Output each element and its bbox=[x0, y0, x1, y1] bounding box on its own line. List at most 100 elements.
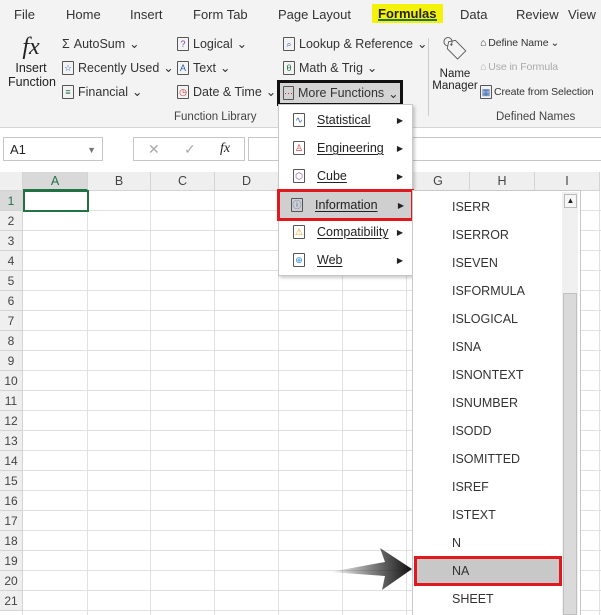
tab-home[interactable]: Home bbox=[66, 7, 101, 22]
name-box[interactable]: A1 ▼ bbox=[3, 137, 103, 161]
tab-review[interactable]: Review bbox=[516, 7, 559, 22]
recently-used-button[interactable]: ☆ Recently Used ⌄ bbox=[62, 60, 174, 75]
menu-item-information[interactable]: ⓘ Information ▶ bbox=[277, 189, 414, 221]
chevron-down-icon: ⌄ bbox=[366, 61, 378, 75]
function-isref[interactable]: ISREF bbox=[415, 473, 561, 501]
column-header-C[interactable]: C bbox=[151, 172, 215, 191]
enter-icon[interactable]: ✓ bbox=[184, 141, 196, 158]
tag-icon: ⌂ bbox=[480, 37, 487, 49]
insert-function-button[interactable]: fx Insert Function bbox=[8, 34, 56, 89]
function-isnontext[interactable]: ISNONTEXT bbox=[415, 361, 561, 389]
ribbon-tabs: File Home Insert Form Tab Page Layout Fo… bbox=[0, 0, 601, 30]
create-from-selection-button[interactable]: ▦ Create from Selection bbox=[480, 85, 594, 99]
row-header-15[interactable]: 15 bbox=[0, 471, 23, 491]
chevron-down-icon: ⌄ bbox=[550, 37, 560, 49]
scrollbar-thumb[interactable] bbox=[563, 293, 577, 615]
row-header-1[interactable]: 1 bbox=[0, 191, 23, 211]
sigma-icon: Σ bbox=[62, 36, 70, 51]
financial-button[interactable]: ≡ Financial ⌄ bbox=[62, 84, 143, 99]
gridline bbox=[150, 191, 151, 615]
math-trig-button[interactable]: θ Math & Trig ⌄ bbox=[283, 60, 377, 75]
tab-view[interactable]: View bbox=[568, 7, 596, 22]
column-header-I[interactable]: I bbox=[535, 172, 600, 191]
function-na[interactable]: NA bbox=[414, 556, 562, 586]
menu-item-compatibility[interactable]: ⚠ Compatibility ▶ bbox=[281, 218, 411, 246]
column-header-G[interactable]: G bbox=[407, 172, 470, 191]
date-time-button[interactable]: ◷ Date & Time ⌄ bbox=[177, 84, 276, 99]
chevron-down-icon[interactable]: ▼ bbox=[87, 145, 96, 155]
column-header-A[interactable]: A bbox=[23, 172, 88, 191]
label: Math & Trig bbox=[299, 60, 363, 75]
tab-data[interactable]: Data bbox=[460, 7, 487, 22]
row-header-19[interactable]: 19 bbox=[0, 551, 23, 571]
column-header-H[interactable]: H bbox=[470, 172, 535, 191]
row-header-2[interactable]: 2 bbox=[0, 211, 23, 231]
row-header-7[interactable]: 7 bbox=[0, 311, 23, 331]
label: Define Name bbox=[488, 37, 549, 49]
autosum-button[interactable]: Σ AutoSum ⌄ bbox=[62, 36, 140, 52]
theta-icon: θ bbox=[283, 60, 295, 75]
name-tag-icon: 🏷 bbox=[441, 36, 469, 61]
cancel-icon[interactable]: ✕ bbox=[148, 141, 160, 158]
function-istext[interactable]: ISTEXT bbox=[415, 501, 561, 529]
row-header-11[interactable]: 11 bbox=[0, 391, 23, 411]
gridline bbox=[87, 191, 88, 615]
row-header-21[interactable]: 21 bbox=[0, 591, 23, 611]
name-manager-button[interactable]: 🏷 Name Manager bbox=[431, 36, 479, 92]
submenu-arrow-icon: ▶ bbox=[396, 171, 403, 181]
row-header-16[interactable]: 16 bbox=[0, 491, 23, 511]
menu-item-label: Statistical bbox=[317, 113, 371, 127]
function-isnumber[interactable]: ISNUMBER bbox=[415, 389, 561, 417]
row-header-17[interactable]: 17 bbox=[0, 511, 23, 531]
use-formula-icon: ⌂ bbox=[480, 61, 487, 73]
row-header-3[interactable]: 3 bbox=[0, 231, 23, 251]
use-in-formula-button[interactable]: ⌂ Use in Formula bbox=[480, 61, 558, 73]
logical-button[interactable]: ? Logical ⌄ bbox=[177, 36, 247, 51]
tab-formulas[interactable]: Formulas bbox=[372, 4, 443, 23]
tab-page-layout[interactable]: Page Layout bbox=[278, 7, 351, 22]
column-header-D[interactable]: D bbox=[215, 172, 279, 191]
row-header-18[interactable]: 18 bbox=[0, 531, 23, 551]
tab-file[interactable]: File bbox=[14, 7, 35, 22]
row-header-13[interactable]: 13 bbox=[0, 431, 23, 451]
menu-item-engineering[interactable]: ♙ Engineering ▶ bbox=[281, 134, 411, 162]
submenu-arrow-icon: ▶ bbox=[396, 115, 403, 125]
row-header-4[interactable]: 4 bbox=[0, 251, 23, 271]
function-isformula[interactable]: ISFORMULA bbox=[415, 277, 561, 305]
chevron-down-icon: ⌄ bbox=[265, 85, 277, 99]
menu-item-statistical[interactable]: ∿ Statistical ▶ bbox=[281, 106, 411, 134]
menu-item-label: Cube bbox=[317, 169, 347, 183]
menu-item-web[interactable]: ⊕ Web ▶ bbox=[281, 246, 411, 274]
tab-insert[interactable]: Insert bbox=[130, 7, 163, 22]
function-islogical[interactable]: ISLOGICAL bbox=[415, 305, 561, 333]
function-iserr[interactable]: ISERR bbox=[415, 193, 561, 221]
lookup-reference-button[interactable]: ⌕ Lookup & Reference ⌄ bbox=[283, 36, 427, 51]
row-header-6[interactable]: 6 bbox=[0, 291, 23, 311]
row-header-20[interactable]: 20 bbox=[0, 571, 23, 591]
text-button[interactable]: A Text ⌄ bbox=[177, 60, 230, 75]
function-sheet[interactable]: SHEET bbox=[415, 585, 561, 613]
select-all-corner[interactable] bbox=[0, 172, 23, 191]
define-name-button[interactable]: ⌂ Define Name ⌄ bbox=[480, 37, 559, 49]
menu-item-cube[interactable]: ⬡ Cube ▶ bbox=[281, 162, 411, 190]
function-isomitted[interactable]: ISOMITTED bbox=[415, 445, 561, 473]
gridline bbox=[599, 191, 600, 615]
scroll-up-button[interactable]: ▲ bbox=[564, 194, 577, 208]
row-header-14[interactable]: 14 bbox=[0, 451, 23, 471]
function-isodd[interactable]: ISODD bbox=[415, 417, 561, 445]
column-header-B[interactable]: B bbox=[88, 172, 151, 191]
function-iseven[interactable]: ISEVEN bbox=[415, 249, 561, 277]
tab-form[interactable]: Form Tab bbox=[193, 7, 248, 22]
function-iserror[interactable]: ISERROR bbox=[415, 221, 561, 249]
more-functions-menu: ∿ Statistical ▶ ♙ Engineering ▶ ⬡ Cube ▶ ⓘ Informa… bbox=[277, 104, 414, 276]
active-cell-A1[interactable] bbox=[23, 190, 89, 212]
row-header-12[interactable]: 12 bbox=[0, 411, 23, 431]
insert-function-icon[interactable]: fx bbox=[220, 141, 230, 157]
function-n[interactable]: N bbox=[415, 529, 561, 557]
function-isna[interactable]: ISNA bbox=[415, 333, 561, 361]
row-header-8[interactable]: 8 bbox=[0, 331, 23, 351]
row-header-9[interactable]: 9 bbox=[0, 351, 23, 371]
row-header-5[interactable]: 5 bbox=[0, 271, 23, 291]
row-header-10[interactable]: 10 bbox=[0, 371, 23, 391]
chevron-down-icon: ⌄ bbox=[416, 37, 428, 51]
